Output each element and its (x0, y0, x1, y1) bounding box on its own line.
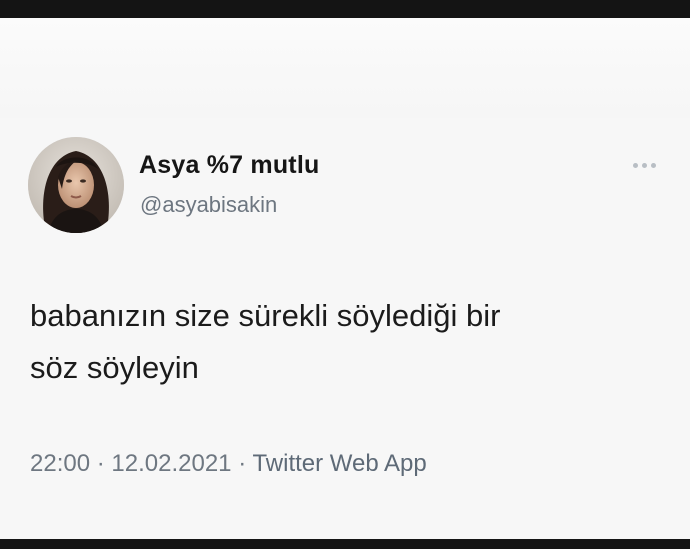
tweet-time[interactable]: 22:00 (30, 450, 90, 477)
card-top-area (0, 18, 690, 118)
tweet-text: babanızın size sürekli söylediği bir söz… (30, 298, 501, 385)
tweet-date[interactable]: 12.02.2021 (111, 450, 231, 477)
tweet-card: Asya %7 mutlu @asyabisakin babanızın siz… (0, 18, 690, 539)
dot (651, 162, 656, 168)
meta-separator: · (238, 450, 247, 477)
bottom-bar (0, 539, 690, 549)
dot (633, 162, 638, 168)
screenshot-frame: Asya %7 mutlu @asyabisakin babanızın siz… (0, 0, 690, 549)
avatar[interactable] (28, 137, 124, 233)
dot (642, 162, 647, 168)
user-handle[interactable]: @asyabisakin (140, 192, 277, 218)
display-name[interactable]: Asya %7 mutlu (139, 151, 319, 180)
avatar-photo (28, 137, 124, 233)
tweet-source[interactable]: Twitter Web App (252, 450, 426, 477)
tweet-meta: 22:00 · 12.02.2021 · Twitter Web App (30, 450, 427, 478)
meta-separator: · (96, 450, 105, 477)
more-options-icon[interactable] (633, 158, 661, 172)
